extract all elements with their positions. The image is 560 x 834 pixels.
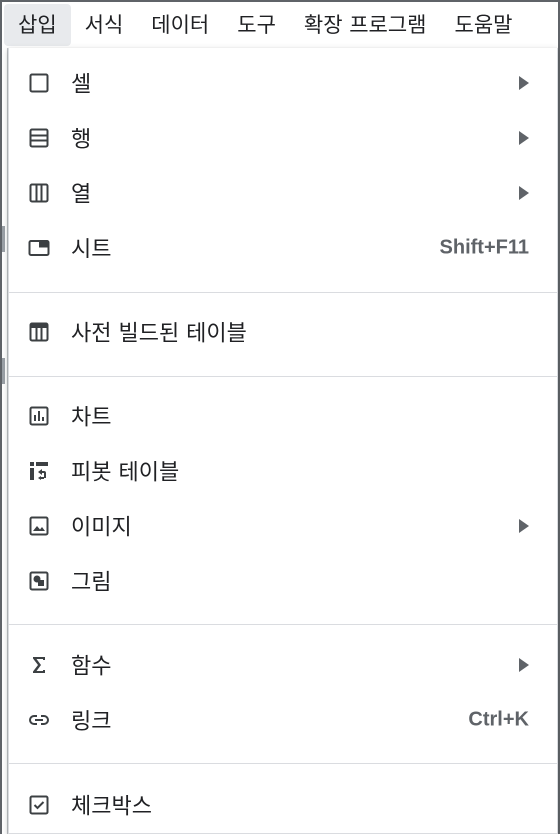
sigma-icon [27,653,51,677]
window-frame: 삽입 서식 데이터 도구 확장 프로그램 도움말 셀 행 열 시트 Shift+… [0,0,560,834]
submenu-arrow-icon [519,131,529,145]
submenu-arrow-icon [519,76,529,90]
grid-marker [2,226,5,252]
menu-item-pivot-table[interactable]: 피봇 테이블 [9,444,557,498]
menu-item-function[interactable]: 함수 [9,638,557,692]
menu-help[interactable]: 도움말 [441,4,527,46]
menu-separator [9,376,557,377]
insert-menu-dropdown: 셀 행 열 시트 Shift+F11 사전 빌드된 테이블 차트 피봇 테이블 … [8,48,558,834]
submenu-arrow-icon [519,658,529,672]
menu-item-chart[interactable]: 차트 [9,389,557,443]
pivot-table-icon [27,459,51,483]
menu-item-cell[interactable]: 셀 [9,56,557,110]
grid-marker [2,358,5,384]
menu-item-rows[interactable]: 행 [9,111,557,165]
image-icon [27,514,51,538]
menu-item-label: 행 [71,127,92,153]
drawing-icon [27,569,51,593]
link-icon [27,708,51,732]
menu-item-label: 셀 [71,72,92,98]
keyboard-shortcut: Shift+F11 [439,236,529,259]
menu-item-label: 사전 빌드된 테이블 [71,321,247,347]
menu-item-label: 체크박스 [71,794,152,820]
chart-icon [27,404,51,428]
menu-extensions[interactable]: 확장 프로그램 [290,4,441,46]
menu-item-label: 열 [71,182,92,208]
menu-separator [9,763,557,764]
menu-item-label: 함수 [71,654,112,680]
menu-separator [9,624,557,625]
menu-item-label: 시트 [71,237,112,263]
sheet-icon [27,236,51,260]
menu-tools[interactable]: 도구 [223,4,290,46]
checkbox-icon [27,793,51,817]
menu-item-prebuilt-table[interactable]: 사전 빌드된 테이블 [9,305,557,359]
keyboard-shortcut: Ctrl+K [468,708,529,731]
menu-format[interactable]: 서식 [71,4,138,46]
menu-item-label: 링크 [71,709,112,735]
cell-icon [27,71,51,95]
rows-icon [27,126,51,150]
menu-item-sheet[interactable]: 시트 Shift+F11 [9,221,557,275]
columns-icon [27,181,51,205]
submenu-arrow-icon [519,519,529,533]
menu-insert[interactable]: 삽입 [4,4,71,46]
menu-separator [9,292,557,293]
menu-item-checkbox[interactable]: 체크박스 [9,778,557,832]
menu-item-label: 이미지 [71,515,132,541]
submenu-arrow-icon [519,186,529,200]
menu-item-columns[interactable]: 열 [9,166,557,220]
menu-item-label: 피봇 테이블 [71,460,180,486]
menu-item-image[interactable]: 이미지 [9,499,557,553]
menu-item-label: 차트 [71,405,112,431]
menu-data[interactable]: 데이터 [137,4,223,46]
table-icon [27,320,51,344]
menu-bar: 삽입 서식 데이터 도구 확장 프로그램 도움말 [2,2,558,48]
menu-item-label: 그림 [71,570,112,596]
menu-item-link[interactable]: 링크 Ctrl+K [9,693,557,747]
menu-item-drawing[interactable]: 그림 [9,554,557,608]
